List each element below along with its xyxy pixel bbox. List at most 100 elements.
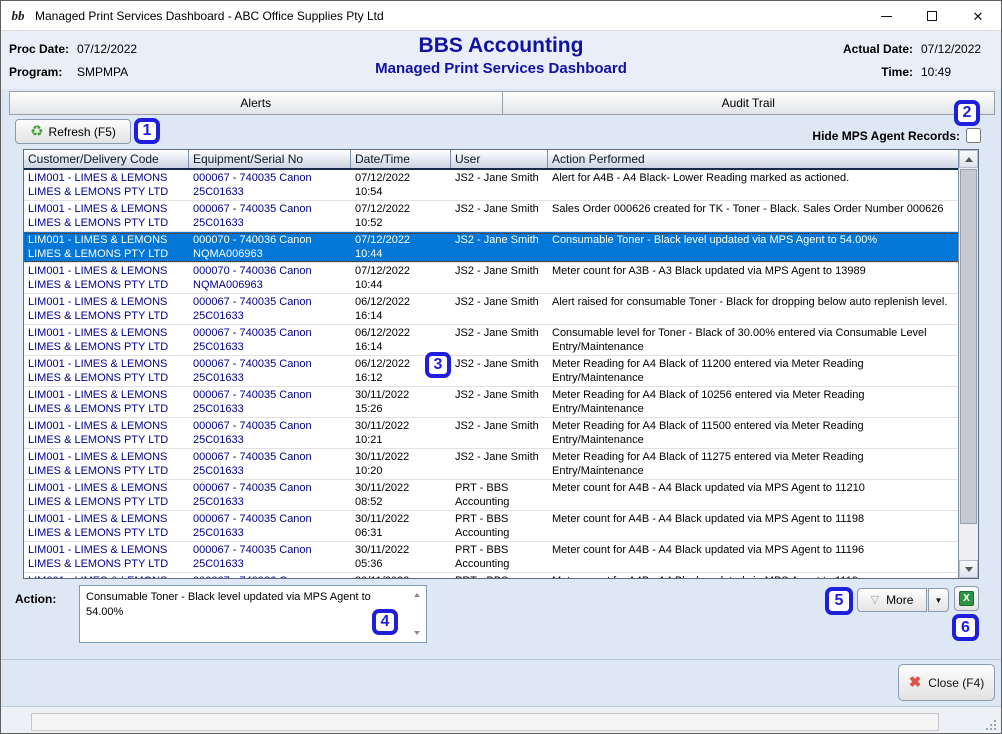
close-button[interactable]: ✖ Close (F4) (898, 664, 995, 701)
tab-audit-trail[interactable]: Audit Trail (503, 91, 996, 115)
cell-datetime: 07/12/202210:44 (351, 232, 451, 262)
table-row[interactable]: LIM001 - LIMES & LEMONSLIMES & LEMONS PT… (24, 511, 978, 542)
cell-equipment: 000067 - 740036 Canon (189, 573, 351, 578)
cell-customer: LIM001 - LIMES & LEMONSLIMES & LEMONS PT… (24, 449, 189, 479)
action-scroll-down[interactable] (410, 626, 424, 640)
export-excel-button[interactable]: X (954, 586, 979, 611)
cell-equipment: 000067 - 740035 Canon25C01633 (189, 387, 351, 417)
tab-alerts[interactable]: Alerts (9, 91, 503, 115)
cell-action: Consumable Toner - Black level updated v… (548, 232, 960, 262)
table-row[interactable]: LIM001 - LIMES & LEMONSLIMES & LEMONS PT… (24, 449, 978, 480)
cell-user: JS2 - Jane Smith (451, 387, 548, 417)
audit-table-body: LIM001 - LIMES & LEMONSLIMES & LEMONS PT… (24, 170, 978, 578)
excel-icon: X (959, 591, 974, 606)
close-window-button[interactable]: ✕ (955, 1, 1001, 31)
table-row[interactable]: LIM001 - LIMES & LEMONSLIMES & LEMONS PT… (24, 325, 978, 356)
table-row[interactable]: LIM001 - LIMES & LEMONSLIMES & LEMONS PT… (24, 263, 978, 294)
hide-mps-checkbox[interactable] (966, 128, 981, 143)
column-header-action: Action Performed (548, 150, 960, 168)
cell-action: Alert for A4B - A4 Black- Lower Reading … (548, 170, 960, 200)
bottom-divider (1, 659, 1001, 660)
scroll-down-button[interactable] (959, 560, 978, 578)
cell-equipment: 000067 - 740035 Canon25C01633 (189, 294, 351, 324)
table-row[interactable]: LIM001 - LIMES & LEMONSLIMES & LEMONS PT… (24, 294, 978, 325)
tab-bar: Alerts Audit Trail (9, 91, 995, 115)
annotation-badge-2: 2 (954, 100, 980, 126)
cell-customer: LIM001 - LIMES & LEMONSLIMES & LEMONS PT… (24, 170, 189, 200)
cell-user: JS2 - Jane Smith (451, 356, 548, 386)
cell-customer: LIM001 - LIMES & LEMONSLIMES & LEMONS PT… (24, 263, 189, 293)
cell-action: Meter Reading for A4 Black of 11275 ente… (548, 449, 960, 479)
cell-user: PRT - BBSAccounting (451, 480, 548, 510)
scroll-down-icon (965, 567, 973, 572)
table-row[interactable]: LIM001 - LIMES & LEMONSLIMES & LEMONS PT… (24, 387, 978, 418)
table-row[interactable]: LIM001 - LIMES & LEMONSLIMES & LEMONS PT… (24, 480, 978, 511)
cell-customer: LIM001 - LIMES & LEMONSLIMES & LEMONS PT… (24, 418, 189, 448)
more-dropdown-button[interactable]: ▼ (928, 588, 949, 612)
cell-user: JS2 - Jane Smith (451, 325, 548, 355)
column-header-datetime: Date/Time (351, 150, 451, 168)
minimize-button[interactable] (863, 1, 909, 31)
cell-action: Meter Reading for A4 Black of 11500 ente… (548, 418, 960, 448)
cell-equipment: 000067 - 740035 Canon25C01633 (189, 170, 351, 200)
cell-datetime: 30/11/202210:20 (351, 449, 451, 479)
cell-equipment: 000070 - 740036 CanonNQMA006963 (189, 263, 351, 293)
cell-user: JS2 - Jane Smith (451, 201, 548, 231)
actual-date-value: 07/12/2022 (921, 42, 993, 56)
status-message-area (31, 713, 939, 731)
cell-datetime: 07/12/202210:44 (351, 263, 451, 293)
table-row[interactable]: LIM001 - LIMES & LEMONSLIMES & LEMONS PT… (24, 201, 978, 232)
scrollbar-thumb[interactable] (960, 169, 977, 524)
cell-user: JS2 - Jane Smith (451, 232, 548, 262)
cell-customer: LIM001 - LIMES & LEMONSLIMES & LEMONS PT… (24, 387, 189, 417)
titlebar[interactable]: bb Managed Print Services Dashboard - AB… (1, 1, 1001, 31)
table-row[interactable]: LIM001 - LIMES & LEMONSLIMES & LEMONS PT… (24, 232, 978, 263)
maximize-button[interactable] (909, 1, 955, 31)
cell-datetime: 30/11/202210:21 (351, 418, 451, 448)
annotation-badge-3: 3 (425, 352, 451, 378)
cell-equipment: 000067 - 740035 Canon25C01633 (189, 418, 351, 448)
annotation-badge-1: 1 (134, 118, 160, 144)
table-scrollbar[interactable] (958, 150, 978, 578)
cell-datetime: 07/12/202210:54 (351, 170, 451, 200)
cell-customer: LIM001 - LIMES & LEMONSLIMES & LEMONS PT… (24, 201, 189, 231)
cell-equipment: 000067 - 740035 Canon25C01633 (189, 449, 351, 479)
annotation-badge-4: 4 (372, 609, 398, 635)
scroll-up-button[interactable] (959, 150, 978, 168)
table-row[interactable]: LIM001 - LIMES & LEMONSLIMES & LEMONS PT… (24, 542, 978, 573)
action-scroll-up[interactable] (410, 588, 424, 602)
refresh-button[interactable]: ♻ Refresh (F5) (15, 119, 131, 144)
table-header-row: Customer/Delivery Code Equipment/Serial … (24, 150, 978, 170)
cell-datetime: 06/12/202216:14 (351, 325, 451, 355)
app-window: bb Managed Print Services Dashboard - AB… (0, 0, 1002, 734)
table-row[interactable]: LIM001 - LIMES & LEMONSLIMES & LEMONS PT… (24, 356, 978, 387)
close-x-icon: ✖ (909, 675, 922, 690)
audit-trail-table: Customer/Delivery Code Equipment/Serial … (23, 149, 979, 579)
cell-customer: LIM001 - LIMES & LEMONS (24, 573, 189, 578)
cell-action: Meter count for A4B - A4 Black updated v… (548, 542, 960, 572)
time-value: 10:49 (921, 65, 993, 79)
cell-action: Meter count for A4B - A4 Black updated v… (548, 511, 960, 541)
cell-action: Meter count for A4B - A4 Black updated v… (548, 573, 960, 578)
refresh-icon: ♻ (30, 124, 43, 139)
dropdown-arrow-icon: ▼ (935, 596, 943, 605)
table-row[interactable]: LIM001 - LIMES & LEMONSLIMES & LEMONS PT… (24, 418, 978, 449)
cell-customer: LIM001 - LIMES & LEMONSLIMES & LEMONS PT… (24, 356, 189, 386)
header-band: Proc Date:07/12/2022 Program:SMPMPA BBS … (1, 31, 1001, 89)
cell-user: JS2 - Jane Smith (451, 449, 548, 479)
cell-user: PRT - BBS (451, 573, 548, 578)
cell-customer: LIM001 - LIMES & LEMONSLIMES & LEMONS PT… (24, 480, 189, 510)
table-row[interactable]: LIM001 - LIMES & LEMONSLIMES & LEMONS PT… (24, 170, 978, 201)
cell-action: Sales Order 000626 created for TK - Tone… (548, 201, 960, 231)
proc-date-label: Proc Date: (9, 42, 77, 56)
cell-action: Alert raised for consumable Toner - Blac… (548, 294, 960, 324)
refresh-button-label: Refresh (F5) (49, 125, 116, 139)
more-button[interactable]: ▽ More (857, 588, 927, 612)
cell-action: Meter Reading for A4 Black of 11200 ente… (548, 356, 960, 386)
more-button-label: More (886, 593, 913, 607)
annotation-badge-5: 5 (825, 587, 853, 615)
cell-user: PRT - BBSAccounting (451, 511, 548, 541)
table-row[interactable]: LIM001 - LIMES & LEMONS000067 - 740036 C… (24, 573, 978, 578)
column-header-user: User (451, 150, 548, 168)
resize-grip[interactable] (994, 728, 996, 730)
